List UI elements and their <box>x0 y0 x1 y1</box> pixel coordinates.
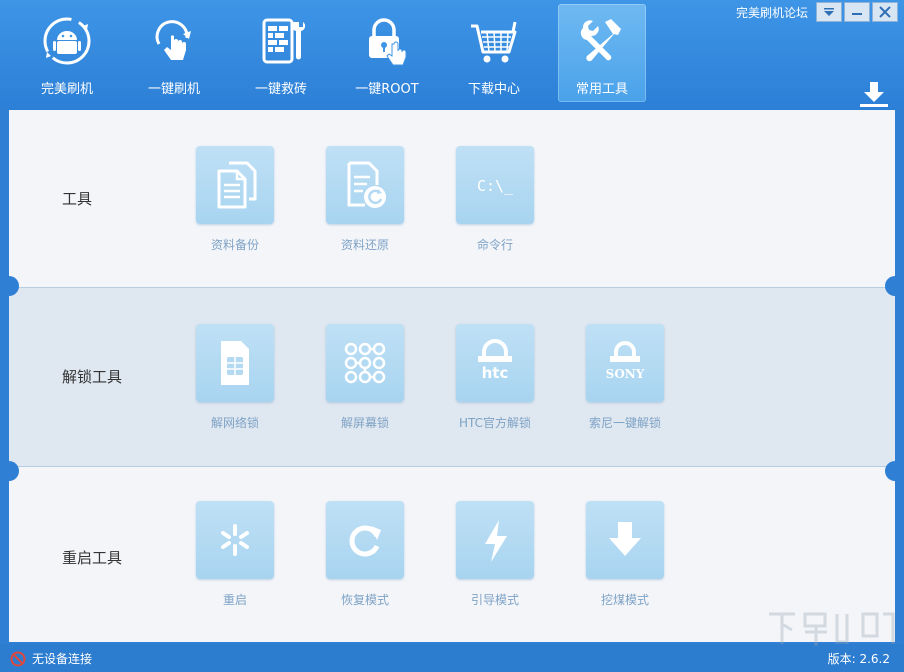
nav-label: 完美刷机 <box>40 82 93 97</box>
tool-tile[interactable] <box>196 324 274 402</box>
tool-tile[interactable] <box>456 501 534 579</box>
tool-tile[interactable] <box>326 146 404 224</box>
tool-network-unlock[interactable]: 解网络锁 <box>175 324 295 431</box>
tool-tile[interactable] <box>326 501 404 579</box>
nav-label: 一键ROOT <box>355 82 419 97</box>
section-tools: 工具 资料备份 资料还原 C:\_ 命令行 <box>9 110 895 287</box>
nav-item-common-tools[interactable]: 常用工具 <box>558 4 646 102</box>
connection-status-text: 无设备连接 <box>32 652 93 666</box>
tool-label: 挖煤模式 <box>600 593 649 607</box>
dropdown-icon <box>824 8 834 16</box>
tool-tile[interactable] <box>326 324 404 402</box>
nav-label: 下载中心 <box>467 82 520 97</box>
section-title: 解锁工具 <box>62 368 123 386</box>
nav-item-one-click-flash[interactable]: 一键刷机 <box>130 4 218 102</box>
section-unlock-tools: 解锁工具 解网络锁 解屏幕锁 htc HTC官方解锁 SONY 索尼一键解锁 <box>9 287 895 467</box>
tool-label: HTC官方解锁 <box>458 416 532 430</box>
tool-tile[interactable] <box>586 501 664 579</box>
download-icon[interactable] <box>858 80 890 108</box>
tool-bootloader-mode[interactable]: 引导模式 <box>435 501 555 608</box>
section-reboot-tools: 重启工具 重启 恢复模式 引导模式 挖煤模式 <box>9 467 895 642</box>
divider-handle-right <box>885 461 904 481</box>
tool-label: 解网络锁 <box>210 416 259 430</box>
tool-label: 资料还原 <box>340 238 389 252</box>
version-label: 版本: 2.6.2 <box>827 652 890 666</box>
nav-label: 一键刷机 <box>147 82 200 97</box>
nav-item-rescue-brick[interactable]: 一键救砖 <box>237 4 325 102</box>
htc-glyph: htc <box>482 364 509 382</box>
nav-item-one-click-root[interactable]: 一键ROOT <box>343 4 431 102</box>
forum-link[interactable]: 完美刷机论坛 <box>736 4 808 21</box>
minimize-button[interactable] <box>844 2 870 22</box>
tool-label: 索尼一键解锁 <box>588 416 661 430</box>
tool-tile[interactable]: C:\_ <box>456 146 534 224</box>
arrow-down-icon <box>609 522 641 556</box>
android-refresh-icon <box>43 17 91 65</box>
restore-doc-icon <box>347 161 386 208</box>
touch-refresh-icon <box>155 20 191 60</box>
divider-handle-left <box>0 276 19 296</box>
backup-docs-icon <box>217 161 257 209</box>
status-bar: 无设备连接 版本: 2.6.2 <box>0 644 904 672</box>
sony-glyph: SONY <box>606 367 645 381</box>
cart-icon <box>471 21 517 63</box>
command-line-glyph: C:\_ <box>477 177 514 195</box>
tool-label: 引导模式 <box>470 593 519 607</box>
lock-touch-icon <box>369 18 407 66</box>
tool-reboot[interactable]: 重启 <box>175 501 295 608</box>
sim-card-icon <box>221 341 249 385</box>
window-controls: 完美刷机论坛 <box>736 2 898 22</box>
divider-handle-right <box>885 276 904 296</box>
tool-label: 恢复模式 <box>340 593 389 607</box>
tool-data-restore[interactable]: 资料还原 <box>305 146 425 253</box>
htc-lock-icon: htc <box>478 339 512 382</box>
tool-command-line[interactable]: C:\_ 命令行 <box>435 146 555 253</box>
tool-recovery-mode[interactable]: 恢复模式 <box>305 501 425 608</box>
spark-icon <box>221 524 249 556</box>
tool-tile[interactable]: SONY <box>586 324 664 402</box>
top-toolbar: 完美刷机 一键刷机 一键救砖 一键ROOT 下载中心 常用工具 完美刷机论坛 <box>0 0 904 110</box>
tool-tile[interactable] <box>196 146 274 224</box>
tool-screen-unlock[interactable]: 解屏幕锁 <box>305 324 425 431</box>
close-button[interactable] <box>872 2 898 22</box>
nav-item-download-center[interactable]: 下载中心 <box>450 4 538 102</box>
tool-data-backup[interactable]: 资料备份 <box>175 146 295 253</box>
tool-sony-unlock[interactable]: SONY 索尼一键解锁 <box>565 324 685 431</box>
close-icon <box>879 6 891 18</box>
connection-status: 无设备连接 <box>10 650 92 667</box>
tool-tile[interactable] <box>196 501 274 579</box>
tool-htc-unlock[interactable]: htc HTC官方解锁 <box>435 324 555 431</box>
tool-label: 资料备份 <box>210 238 259 252</box>
tool-download-mode[interactable]: 挖煤模式 <box>565 501 685 608</box>
tools-panel: 工具 资料备份 资料还原 C:\_ 命令行 解锁工具 解网络锁 解屏幕锁 htc… <box>9 110 895 642</box>
sony-lock-icon: SONY <box>606 341 645 381</box>
no-device-icon <box>10 651 26 666</box>
lightning-icon <box>485 520 507 562</box>
nav-label: 常用工具 <box>575 82 628 97</box>
menu-dropdown-button[interactable] <box>816 2 842 22</box>
pattern-lock-icon <box>344 342 386 384</box>
tool-label: 重启 <box>222 593 247 607</box>
tool-label: 解屏幕锁 <box>340 416 389 430</box>
watermark-logo <box>769 612 895 646</box>
nav-item-perfect-flash[interactable]: 完美刷机 <box>23 4 111 102</box>
command-line-icon: C:\_ <box>477 177 514 195</box>
tool-label: 命令行 <box>476 238 513 252</box>
section-title: 工具 <box>62 190 93 208</box>
minimize-icon <box>852 13 862 15</box>
tools-icon <box>580 19 621 62</box>
refresh-icon <box>349 525 381 557</box>
section-title: 重启工具 <box>62 549 123 567</box>
brick-wrench-icon <box>262 18 306 64</box>
divider-handle-left <box>0 461 19 481</box>
nav-label: 一键救砖 <box>254 82 307 97</box>
tool-tile[interactable]: htc <box>456 324 534 402</box>
